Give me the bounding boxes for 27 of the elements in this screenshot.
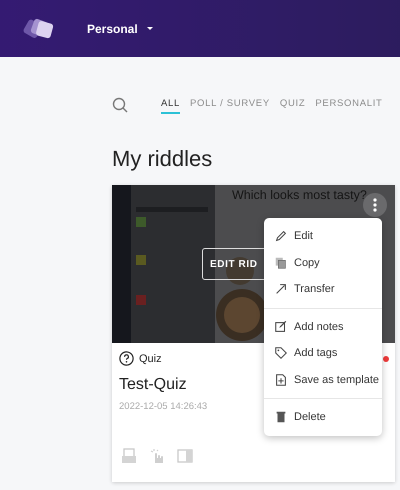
menu-item[interactable]: Edit — [264, 223, 382, 250]
created-date: 2022-12-05 14:26:43 — [119, 401, 208, 412]
question-text: Which looks most tasty? — [232, 188, 367, 202]
dots-icon — [373, 198, 377, 212]
page-title: My riddles — [112, 145, 214, 173]
help-icon — [119, 351, 134, 366]
arrow-icon — [274, 282, 288, 296]
add-document-icon — [274, 372, 288, 387]
menu-item[interactable]: Save as template — [264, 366, 382, 393]
riddle-card[interactable]: Which looks most tasty? EDIT RID Quiz Test-Quiz 2022-12-05 14:26:43 Edit Copy Transfer Add notes Add tags Save as template Delete — [112, 185, 395, 482]
trash-icon — [274, 410, 288, 424]
menu-item[interactable]: Add notes — [264, 314, 382, 340]
note-icon — [274, 320, 288, 334]
tag-icon — [274, 346, 288, 360]
caret-icon — [146, 26, 154, 31]
menu-item[interactable]: Copy — [264, 250, 382, 276]
search-icon[interactable] — [112, 97, 128, 113]
menu-item[interactable]: Add tags — [264, 340, 382, 366]
logo-icon[interactable] — [22, 16, 56, 40]
menu-item[interactable]: Delete — [264, 404, 382, 430]
menu-item[interactable]: Transfer — [264, 276, 382, 302]
workspace-dropdown[interactable]: Personal — [87, 22, 154, 36]
riddle-type: Quiz — [139, 352, 162, 364]
copy-icon — [274, 256, 288, 270]
pencil-icon — [274, 229, 288, 244]
riddle-title: Test-Quiz — [119, 376, 187, 394]
filter-tab[interactable]: ALL — [161, 96, 180, 114]
